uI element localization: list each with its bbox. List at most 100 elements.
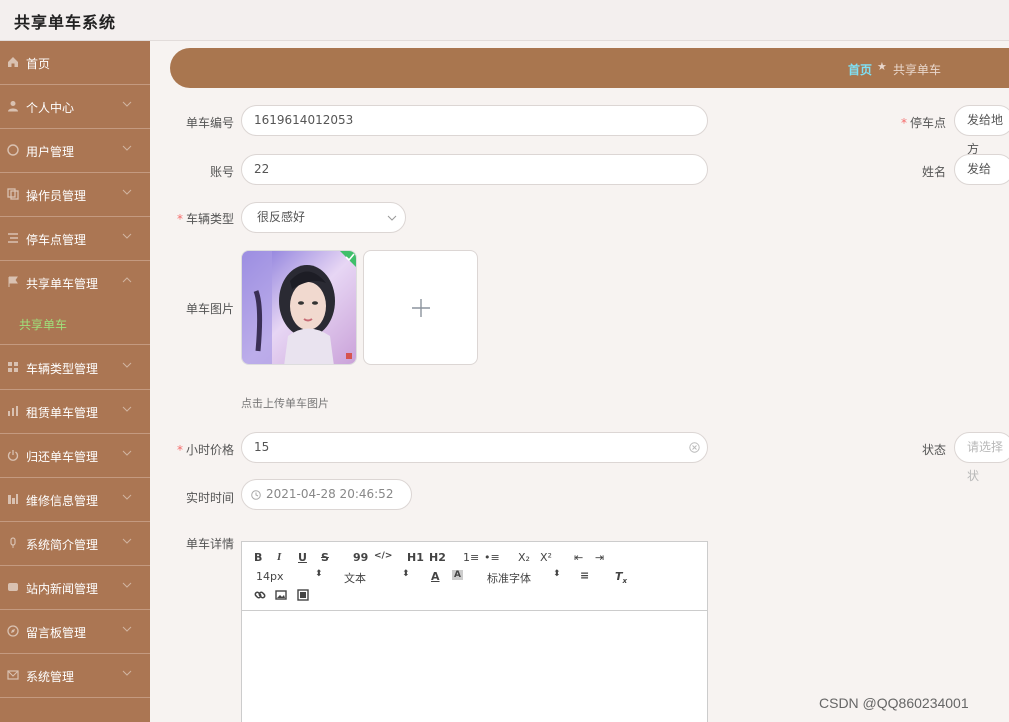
sidebar-item-label: 停车点管理 bbox=[26, 233, 87, 247]
breadcrumb-separator: ★ bbox=[877, 60, 887, 73]
h2-button[interactable]: H2 bbox=[429, 551, 446, 564]
sidebar-item-message-board[interactable]: 留言板管理 bbox=[0, 610, 150, 654]
detail-label: 单车详情 bbox=[185, 537, 234, 551]
ordered-list-button[interactable]: 1≡ bbox=[463, 551, 479, 564]
bike-no-label: 单车编号 bbox=[185, 116, 234, 130]
sidebar-item-label: 车辆类型管理 bbox=[26, 362, 99, 376]
bold-button[interactable]: B bbox=[254, 551, 262, 564]
sidebar-item-label: 首页 bbox=[26, 57, 51, 71]
top-bar: 共享单车系统 bbox=[0, 0, 1009, 41]
chevron-down-icon bbox=[122, 189, 132, 195]
price-input[interactable]: 15 bbox=[241, 432, 708, 463]
sidebar-item-users[interactable]: 用户管理 bbox=[0, 129, 150, 173]
sidebar-item-operators[interactable]: 操作员管理 bbox=[0, 173, 150, 217]
list-icon bbox=[8, 233, 18, 243]
bullet-list-button[interactable]: •≡ bbox=[484, 551, 500, 564]
price-label: * 小时价格 bbox=[176, 443, 234, 457]
sidebar-item-label: 留言板管理 bbox=[26, 626, 87, 640]
flag-icon bbox=[8, 276, 18, 287]
submenu-item-shared-bike[interactable]: 共享单车 bbox=[0, 303, 150, 345]
parking-label: * 停车点 bbox=[900, 116, 946, 130]
vehicle-type-select[interactable]: 很反感好 bbox=[241, 202, 406, 233]
updown-icon: ⬍ bbox=[402, 569, 410, 579]
column-chart-icon bbox=[8, 494, 18, 504]
link-icon[interactable] bbox=[254, 589, 266, 601]
user-icon bbox=[8, 101, 18, 112]
image-icon[interactable] bbox=[275, 589, 287, 601]
power-icon bbox=[7, 450, 19, 461]
sidebar-item-system[interactable]: 系统管理 bbox=[0, 654, 150, 698]
chevron-down-icon bbox=[122, 145, 132, 151]
watermark: CSDN @QQ860234001 bbox=[819, 695, 969, 711]
time-label: 实时时间 bbox=[185, 491, 234, 505]
sidebar-item-label: 操作员管理 bbox=[26, 189, 87, 203]
sidebar: 首页 个人中心 用户管理 操作员管理 停车点管理 共享单车管理 共享单车 车辆类… bbox=[0, 41, 150, 722]
breadcrumb-current: 共享单车 bbox=[893, 63, 942, 77]
align-icon[interactable]: ≡ bbox=[580, 569, 589, 582]
bike-image-label: 单车图片 bbox=[185, 302, 234, 316]
sidebar-item-label: 系统管理 bbox=[26, 670, 75, 684]
sidebar-item-vehicle-type[interactable]: 车辆类型管理 bbox=[0, 346, 150, 390]
background-color-icon[interactable]: A bbox=[452, 570, 463, 580]
sidebar-item-label: 系统简介管理 bbox=[26, 538, 99, 552]
chevron-down-icon bbox=[122, 233, 132, 239]
sidebar-item-return[interactable]: 归还单车管理 bbox=[0, 434, 150, 478]
sidebar-item-label: 维修信息管理 bbox=[26, 494, 99, 508]
font-size-select[interactable]: 14px bbox=[256, 570, 284, 583]
status-select[interactable]: 请选择状 bbox=[954, 432, 1009, 483]
news-icon bbox=[8, 583, 18, 591]
superscript-button[interactable]: X² bbox=[540, 551, 552, 564]
paragraph-select[interactable]: 文本 bbox=[344, 570, 366, 586]
indent-button[interactable]: ⇥ bbox=[595, 551, 604, 564]
subscript-button[interactable]: X₂ bbox=[518, 551, 530, 564]
bike-no-input[interactable]: 1619614012053 bbox=[241, 105, 708, 136]
font-color-icon[interactable]: A bbox=[431, 570, 440, 583]
name-label: 姓名 bbox=[921, 165, 946, 179]
time-picker[interactable]: 2021-04-28 20:46:52 bbox=[241, 479, 412, 510]
submenu-item-label: 共享单车 bbox=[19, 318, 68, 332]
sidebar-item-rental[interactable]: 租赁单车管理 bbox=[0, 390, 150, 434]
font-family-select[interactable]: 标准字体 bbox=[487, 570, 531, 586]
sidebar-item-label: 租赁单车管理 bbox=[26, 406, 99, 420]
clear-format-icon[interactable]: Tx bbox=[615, 570, 627, 585]
outdent-button[interactable]: ⇤ bbox=[574, 551, 583, 564]
mic-icon bbox=[10, 537, 16, 548]
chevron-down-icon bbox=[122, 406, 132, 412]
chevron-down-icon bbox=[122, 362, 132, 368]
clear-icon[interactable] bbox=[689, 442, 700, 453]
chevron-down-icon bbox=[122, 494, 132, 500]
time-value: 2021-04-28 20:46:52 bbox=[266, 487, 394, 501]
sidebar-item-label: 站内新闻管理 bbox=[26, 582, 99, 596]
sidebar-item-parking[interactable]: 停车点管理 bbox=[0, 217, 150, 261]
breadcrumb-home-link[interactable]: 首页 bbox=[848, 61, 872, 78]
status-label: 状态 bbox=[921, 443, 946, 457]
sidebar-item-repair[interactable]: 维修信息管理 bbox=[0, 478, 150, 522]
account-input[interactable]: 22 bbox=[241, 154, 708, 185]
blockquote-button[interactable]: 99 bbox=[353, 551, 368, 564]
chevron-up-icon bbox=[122, 277, 132, 283]
sidebar-item-personal-center[interactable]: 个人中心 bbox=[0, 85, 150, 129]
vehicle-type-label: * 车辆类型 bbox=[176, 212, 234, 226]
sidebar-item-home[interactable]: 首页 bbox=[0, 41, 150, 85]
compass-icon bbox=[7, 625, 19, 637]
code-button[interactable]: </> bbox=[374, 551, 392, 561]
h1-button[interactable]: H1 bbox=[407, 551, 424, 564]
chevron-down-icon bbox=[122, 582, 132, 588]
parking-input[interactable]: 发给地方 bbox=[954, 105, 1009, 156]
chevron-down-icon bbox=[122, 101, 132, 107]
strike-button[interactable]: S bbox=[321, 551, 329, 564]
upload-add-button[interactable] bbox=[363, 250, 478, 365]
account-label: 账号 bbox=[209, 165, 234, 179]
grid-icon bbox=[8, 362, 18, 372]
uploaded-image-thumbnail[interactable] bbox=[241, 250, 357, 365]
editor-toolbar: B I U S 99 </> H1 H2 1≡ •≡ X₂ X² ⇤ ⇥ 14p… bbox=[242, 542, 707, 611]
italic-button[interactable]: I bbox=[277, 551, 281, 563]
sidebar-item-label: 用户管理 bbox=[26, 145, 75, 159]
name-input[interactable]: 发给 bbox=[954, 154, 1009, 185]
sidebar-item-bike-management[interactable]: 共享单车管理 bbox=[0, 261, 150, 305]
home-icon bbox=[8, 57, 18, 67]
underline-button[interactable]: U bbox=[298, 551, 307, 564]
sidebar-item-news[interactable]: 站内新闻管理 bbox=[0, 566, 150, 610]
sidebar-item-system-intro[interactable]: 系统简介管理 bbox=[0, 522, 150, 566]
video-icon[interactable] bbox=[297, 589, 309, 601]
